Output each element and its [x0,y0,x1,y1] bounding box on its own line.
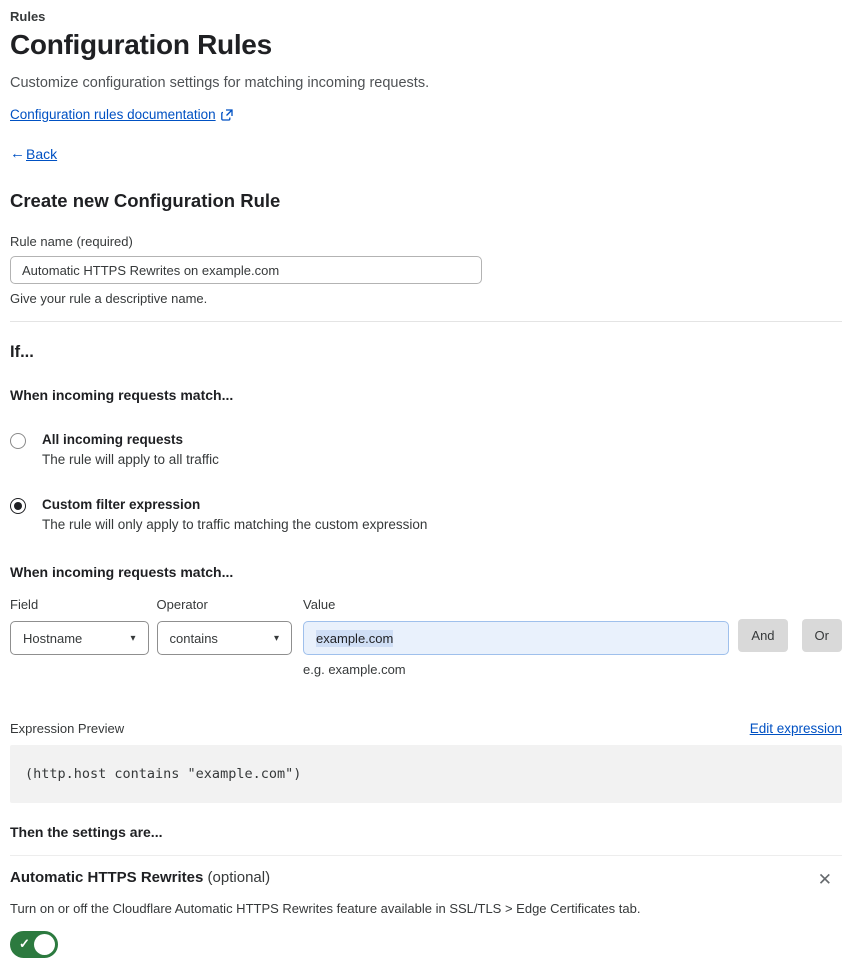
expression-builder-row: Field Hostname ▾ Operator contains ▾ Val… [10,597,842,677]
back-link[interactable]: ← Back [10,145,842,162]
back-arrow-icon: ← [10,145,25,162]
chevron-down-icon: ▾ [130,632,136,644]
section-divider [10,321,842,322]
expression-preview-label: Expression Preview [10,721,125,736]
expression-builder-heading: When incoming requests match... [10,564,234,580]
setting-optional-label: (optional) [203,869,271,886]
docs-link[interactable]: Configuration rules documentation [10,107,216,122]
setting-name: Automatic HTTPS Rewrites [10,869,204,886]
then-settings-heading: Then the settings are... [10,824,163,840]
external-link-icon [220,108,233,121]
chevron-down-icon: ▾ [274,632,280,644]
value-input-text: example.com [316,629,394,647]
edit-expression-link[interactable]: Edit expression [750,721,842,736]
operator-label: Operator [156,597,208,612]
create-rule-heading: Create new Configuration Rule [10,190,281,211]
field-label: Field [10,597,39,612]
and-button[interactable]: And [738,619,788,652]
field-select-value: Hostname [23,630,83,646]
rule-name-input[interactable] [10,256,482,284]
page-subtitle: Customize configuration settings for mat… [10,75,430,91]
radio-button-unchecked[interactable] [10,433,26,449]
setting-title: Automatic HTTPS Rewrites (optional) [10,869,270,886]
back-link-label[interactable]: Back [26,146,57,162]
or-button[interactable]: Or [801,619,842,652]
page-title: Configuration Rules [10,29,272,60]
radio-label: All incoming requests [42,432,184,447]
radio-button-checked[interactable] [10,498,26,514]
if-heading: If... [10,343,34,361]
operator-select-value: contains [169,630,218,646]
breadcrumb: Rules [10,9,46,24]
operator-select[interactable]: contains ▾ [156,621,293,655]
value-label: Value [303,597,336,612]
value-helper: e.g. example.com [303,662,406,677]
field-select[interactable]: Hostname ▾ [10,621,149,655]
close-icon[interactable]: ✕ [814,869,836,890]
setting-divider [10,855,842,856]
radio-custom-filter-expression[interactable]: Custom filter expression The rule will o… [10,497,842,532]
toggle-knob [34,934,55,955]
radio-description: The rule will only apply to traffic matc… [42,517,428,532]
rule-name-helper: Give your rule a descriptive name. [10,291,208,306]
rule-name-label: Rule name (required) [10,234,133,249]
setting-description: Turn on or off the Cloudflare Automatic … [10,901,641,916]
match-heading: When incoming requests match... [10,387,234,403]
request-match-radio-group: All incoming requests The rule will appl… [10,432,842,532]
radio-label: Custom filter expression [42,497,201,512]
radio-description: The rule will apply to all traffic [42,452,219,467]
check-icon: ✓ [19,936,30,951]
configuration-rules-page: Rules Configuration Rules Customize conf… [0,0,852,958]
radio-all-incoming-requests[interactable]: All incoming requests The rule will appl… [10,432,842,467]
automatic-https-rewrites-toggle[interactable]: ✓ [10,931,58,958]
value-input[interactable]: example.com [303,621,730,655]
expression-preview-code: (http.host contains "example.com") [10,745,842,803]
